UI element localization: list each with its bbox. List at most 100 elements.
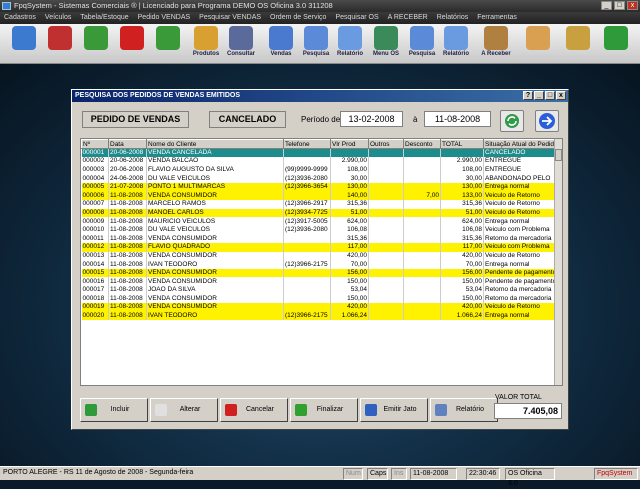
column-header[interactable]: Data bbox=[108, 139, 147, 149]
user-red-icon bbox=[48, 26, 72, 50]
menu-item[interactable]: Ordem de Serviço bbox=[270, 12, 326, 24]
toolbar-button-8[interactable]: Pesquisa bbox=[300, 26, 332, 62]
table-row[interactable]: 000012 11-08-2008 FLAVIO QUADRADO 117,00 117… bbox=[81, 243, 557, 252]
status-num: Num bbox=[343, 468, 363, 480]
table-row[interactable]: 000008 11-08-2008 MANOEL CARLOS (12)3934-77… bbox=[81, 208, 557, 218]
status-date: 11-08-2008 bbox=[410, 468, 457, 480]
cell-nome: IVAN TEODORO bbox=[146, 260, 284, 269]
toolbar-button-16[interactable] bbox=[600, 26, 632, 62]
toolbar-button-9[interactable]: Relatório bbox=[334, 26, 366, 62]
cell-data: 11-08-2008 bbox=[108, 225, 147, 235]
vertical-scrollbar[interactable] bbox=[554, 139, 562, 385]
arrow-right-icon bbox=[539, 113, 555, 129]
menu-item[interactable]: Pedido VENDAS bbox=[138, 12, 191, 24]
relatorio-button[interactable]: Relatório bbox=[430, 398, 498, 422]
menu-item[interactable]: Tabela/Estoque bbox=[80, 12, 128, 24]
menu-item[interactable]: Relatórios bbox=[437, 12, 469, 24]
table-row[interactable]: 000013 11-08-2008 VENDA CONSUMIDOR 420,00 42… bbox=[81, 251, 557, 261]
toolbar-button-15[interactable] bbox=[562, 26, 594, 62]
toolbar-button-13[interactable]: A Receber bbox=[480, 26, 512, 62]
cell-out bbox=[368, 251, 404, 261]
table-row[interactable]: 000017 11-08-2008 JOÃO DA SILVA 53,04 53,04 R… bbox=[81, 286, 557, 295]
table-row[interactable]: 000003 20-06-2008 FLAVIO AUGUSTO DA SILVA(… bbox=[81, 165, 557, 175]
incluir-button[interactable]: Incluir bbox=[80, 398, 148, 422]
toolbar-button-1[interactable] bbox=[44, 26, 76, 62]
maximize-button[interactable]: □ bbox=[614, 1, 625, 10]
toolbar-button-4[interactable] bbox=[152, 26, 184, 62]
table-row[interactable]: 000004 24-06-2008 DU VALE VEICULOS (12)3936… bbox=[81, 174, 557, 183]
toolbar-button-6[interactable]: Consultar bbox=[225, 26, 257, 62]
table-row[interactable]: 000001 20-06-2008 VENDA CANCELADA CANCELADO bbox=[81, 148, 557, 158]
cancelar-button[interactable]: Cancelar bbox=[220, 398, 288, 422]
column-header[interactable]: Vlr Prod bbox=[330, 139, 369, 149]
table-row[interactable]: 000005 21-07-2008 PONTO 1 MULTIMARCAS (12)3… bbox=[81, 182, 557, 192]
table-row[interactable]: 000002 20-06-2008 VENDA BALCAO 2.990,00 2.99… bbox=[81, 157, 557, 166]
dialog-help-button[interactable]: ? bbox=[523, 91, 533, 100]
toolbar-button-2[interactable] bbox=[80, 26, 112, 62]
toolbar-button-11[interactable]: Pesquisa bbox=[406, 26, 438, 62]
menu-item[interactable]: Pesquisar VENDAS bbox=[199, 12, 261, 24]
table-row[interactable]: 000014 11-08-2008 IVAN TEODORO (12)3966-217… bbox=[81, 260, 557, 269]
cell-nome: VENDA CONSUMIDOR bbox=[146, 234, 284, 244]
minimize-button[interactable]: _ bbox=[601, 1, 612, 10]
orders-table[interactable]: Nº Data Nome do Cliente Telefone Vlr Prod Out… bbox=[80, 138, 563, 386]
column-header[interactable]: Nome do Cliente bbox=[146, 139, 284, 149]
finalizar-button[interactable]: Finalizar bbox=[290, 398, 358, 422]
toolbar-button-0[interactable] bbox=[8, 26, 40, 62]
date-from-input[interactable]: 13-02-2008 bbox=[340, 111, 403, 127]
toolbar-button-5[interactable]: Produtos bbox=[190, 26, 222, 62]
close-button[interactable]: x bbox=[627, 1, 638, 10]
table-row[interactable]: 000015 11-08-2008 VENDA CONSUMIDOR 156,00 15… bbox=[81, 268, 557, 278]
column-header[interactable]: Nº bbox=[81, 139, 109, 149]
toolbar-button-12[interactable]: Relatório bbox=[440, 26, 472, 62]
toolbar-button-10[interactable]: Menu OS bbox=[370, 26, 402, 62]
date-to-input[interactable]: 11-08-2008 bbox=[424, 111, 491, 127]
app-title: FpqSystem - Sistemas Comerciais ® | Lice… bbox=[14, 1, 333, 10]
table-row[interactable]: 000016 11-08-2008 VENDA CONSUMIDOR 150,00 15… bbox=[81, 277, 557, 286]
column-header[interactable]: Outros bbox=[368, 139, 404, 149]
table-row[interactable]: 000007 11-08-2008 MARCELO RAMOS (12)3966-29… bbox=[81, 200, 557, 209]
button-label: Relatório bbox=[455, 406, 484, 413]
table-row[interactable]: 000020 11-08-2008 IVAN TEODORO (12)3966-217… bbox=[81, 311, 557, 321]
menu-item[interactable]: Pesquisar OS bbox=[335, 12, 378, 24]
cell-sit: Veiculo de Retorno bbox=[483, 208, 557, 218]
toolbar-button-14[interactable] bbox=[522, 26, 554, 62]
alterar-button[interactable]: Alterar bbox=[150, 398, 218, 422]
dialog-minimize-button[interactable]: _ bbox=[534, 91, 544, 100]
cell-tel bbox=[283, 243, 331, 252]
column-header[interactable]: Telefone bbox=[283, 139, 331, 149]
cell-nome: VENDA BALCAO bbox=[146, 157, 284, 166]
menu-item[interactable]: Ferramentas bbox=[477, 12, 517, 24]
status-time: 22:30:46 bbox=[466, 468, 500, 480]
scroll-thumb[interactable] bbox=[555, 149, 562, 161]
cell-n: 000003 bbox=[81, 165, 109, 175]
menu-item[interactable]: Cadastros bbox=[4, 12, 36, 24]
cell-sit: Retorno da mercadoria bbox=[483, 234, 557, 244]
cell-vlr: 420,00 bbox=[330, 303, 369, 312]
table-row[interactable]: 000010 11-08-2008 DU VALE VEICULOS (12)3936… bbox=[81, 225, 557, 235]
produtos-icon bbox=[194, 26, 218, 50]
column-header[interactable]: Desconto bbox=[403, 139, 441, 149]
next-button[interactable] bbox=[535, 110, 559, 132]
toolbar-button-7[interactable]: Vendas bbox=[265, 26, 297, 62]
emitir-jato-button[interactable]: Emitir Jato bbox=[360, 398, 428, 422]
refresh-button[interactable] bbox=[500, 110, 524, 132]
toolbar-button-3[interactable] bbox=[116, 26, 148, 62]
coins-icon bbox=[566, 26, 590, 50]
menu-item[interactable]: Veículos bbox=[45, 12, 71, 24]
cell-n: 000019 bbox=[81, 303, 109, 312]
column-header[interactable]: TOTAL bbox=[440, 139, 484, 149]
dialog-maximize-button[interactable]: □ bbox=[545, 91, 555, 100]
menu-item[interactable]: A RECEBER bbox=[388, 12, 428, 24]
action-button-row: Incluir Alterar Cancelar Finalizar Emitir Ja… bbox=[80, 398, 498, 422]
table-row[interactable]: 000009 11-08-2008 MAURICIO VEICULOS (12)391… bbox=[81, 217, 557, 226]
dialog-close-button[interactable]: x bbox=[556, 91, 566, 100]
cell-out bbox=[368, 286, 404, 295]
table-row[interactable]: 000018 11-08-2008 VENDA CONSUMIDOR 150,00 15… bbox=[81, 294, 557, 304]
table-row[interactable]: 000006 11-08-2008 VENDA CONSUMIDOR 140,00 7,… bbox=[81, 191, 557, 201]
cell-sit: Retorno da mercadoria bbox=[483, 286, 557, 295]
table-row[interactable]: 000011 11-08-2008 VENDA CONSUMIDOR 315,36 31… bbox=[81, 234, 557, 244]
column-header[interactable]: Situação Atual do Pedido bbox=[483, 139, 557, 149]
exit-icon bbox=[604, 26, 628, 50]
table-row[interactable]: 000019 11-08-2008 VENDA CONSUMIDOR 420,00 42… bbox=[81, 303, 557, 312]
